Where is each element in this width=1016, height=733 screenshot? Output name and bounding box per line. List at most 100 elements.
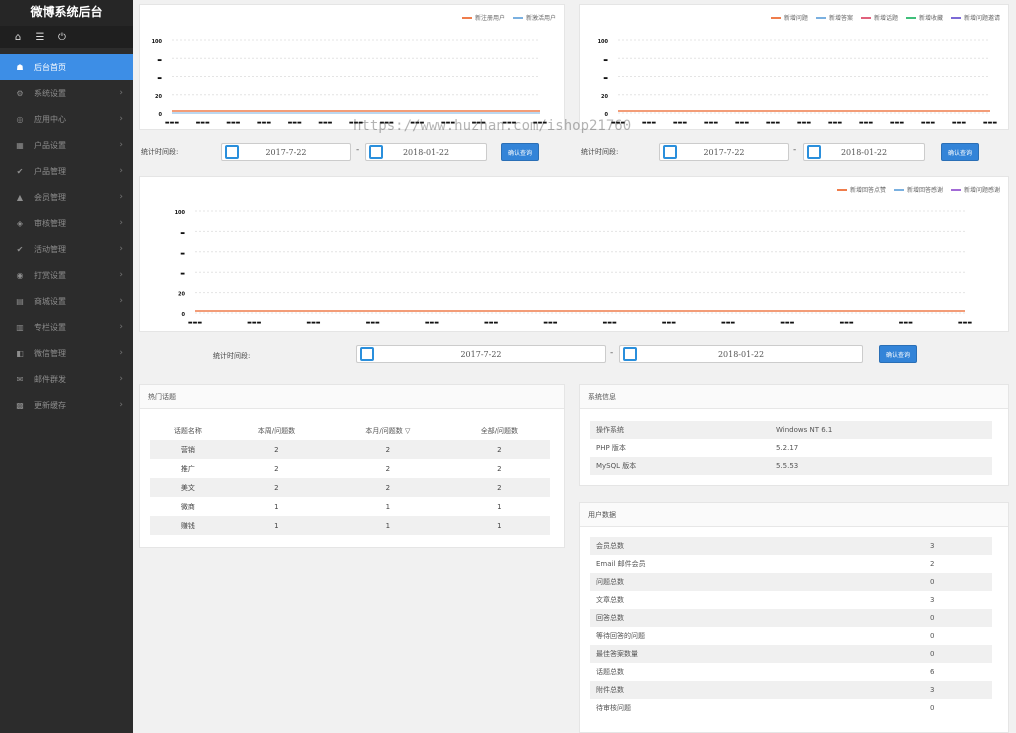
legend-item[interactable]: 新增回答点赞 <box>836 185 886 194</box>
x-tick-label: ▬▬▬ <box>828 120 842 126</box>
sidebar-item-11[interactable]: ◧ 微信管理 › <box>0 340 133 366</box>
table-cell: 1 <box>225 516 327 535</box>
column-header: 话题名称 <box>173 426 202 435</box>
table-cell[interactable]: 推广 <box>150 459 226 478</box>
chevron-right-icon: › <box>119 218 123 228</box>
calendar-icon[interactable] <box>623 347 637 361</box>
legend-item[interactable]: 新增收藏 <box>905 13 943 22</box>
row-label: 最佳答案数量 <box>590 645 924 663</box>
menu-item-icon: ◎ <box>16 114 24 124</box>
sidebar-item-12[interactable]: ✉ 邮件群发 › <box>0 366 133 392</box>
legend-item[interactable]: 新增问题感谢 <box>950 185 1000 194</box>
y-tick-label: 100 <box>175 210 186 216</box>
end-date-input[interactable]: 2018-01-22 <box>803 143 925 161</box>
x-tick-label: ▬▬▬ <box>780 320 794 326</box>
table-row: 待审核问题 0 <box>590 699 992 717</box>
table-row: 推广 2 2 2 <box>150 459 550 478</box>
start-date-input[interactable]: 2017-7-22 <box>356 345 606 363</box>
power-icon[interactable]: ⏻ <box>56 32 68 43</box>
chevron-right-icon: › <box>119 400 123 410</box>
sidebar-item-label: 打赏设置 <box>34 270 66 280</box>
sidebar-item-3[interactable]: ▦ 户品设置 › <box>0 132 133 158</box>
legend-swatch <box>905 16 916 19</box>
legend-item[interactable]: 新注册用户 <box>461 13 505 22</box>
x-tick-label: ▬▬▬ <box>704 120 718 126</box>
legend-item[interactable]: 新增回答感谢 <box>893 185 943 194</box>
legend-item[interactable]: 新增问题 <box>770 13 808 22</box>
sidebar-item-7[interactable]: ✔ 活动管理 › <box>0 236 133 262</box>
home-icon[interactable]: ⌂ <box>12 32 24 43</box>
sidebar-item-label: 应用中心 <box>34 114 66 124</box>
sidebar-item-label: 专栏设置 <box>34 322 66 332</box>
menu-item-icon: ▦ <box>16 140 24 150</box>
sidebar-item-label: 活动管理 <box>34 244 66 254</box>
user-data-table: 会员总数 3 Email 邮件会员 2 问题总数 0 文章总数 3 回答总数 0 等待回答的问题 0 最… <box>590 537 992 717</box>
sidebar-item-5[interactable]: ▲ 会员管理 › <box>0 184 133 210</box>
x-tick-label: ▬▬▬ <box>735 120 749 126</box>
sidebar-item-0[interactable]: ☗ 后台首页 <box>0 54 133 80</box>
start-date-input[interactable]: 2017-7-22 <box>659 143 789 161</box>
calendar-icon[interactable] <box>807 145 821 159</box>
x-tick-label: ▬▬▬ <box>196 120 210 126</box>
end-date-input[interactable]: 2018-01-22 <box>619 345 863 363</box>
chevron-right-icon: › <box>119 114 123 124</box>
sidebar-item-2[interactable]: ◎ 应用中心 › <box>0 106 133 132</box>
table-row: 回答总数 0 <box>590 609 992 627</box>
calendar-icon[interactable] <box>369 145 383 159</box>
query-button[interactable]: 确认查询 <box>879 345 917 363</box>
legend-item[interactable]: 新激活用户 <box>512 13 556 22</box>
table-row: 会员总数 3 <box>590 537 992 555</box>
table-cell: 2 <box>327 440 449 459</box>
table-cell: 1 <box>274 502 279 511</box>
row-value: 2 <box>930 560 935 568</box>
list-icon[interactable]: ☰ <box>34 32 46 43</box>
table-cell[interactable]: 营销 <box>150 440 226 459</box>
sidebar-item-1[interactable]: ⚙ 系统设置 › <box>0 80 133 106</box>
table-row: MySQL 版本 5.5.53 <box>590 457 992 475</box>
table-cell: 1 <box>497 502 502 511</box>
chart-canvas: 100▬▬200▬▬▬ ▬▬▬ ▬▬▬ ▬▬▬ ▬▬▬ ▬▬▬ ▬▬▬ ▬▬▬ ▬▬▬ ▬▬▬ ▬▬… <box>598 39 998 126</box>
column-header[interactable]: 本月/问题数 ▽ <box>327 421 449 440</box>
row-label: 附件总数 <box>590 681 924 699</box>
legend-label: 新增问题 <box>783 15 808 22</box>
sidebar-item-10[interactable]: ▥ 专栏设置 › <box>0 314 133 340</box>
calendar-icon[interactable] <box>360 347 374 361</box>
sidebar-item-9[interactable]: ▤ 商城设置 › <box>0 288 133 314</box>
legend-label: 新增答案 <box>828 15 853 22</box>
row-label: 回答总数 <box>590 609 924 627</box>
sidebar-item-13[interactable]: ▩ 更新缓存 › <box>0 392 133 418</box>
legend-item[interactable]: 新增问题邀请 <box>950 13 1000 22</box>
x-tick-label: ▬▬▬ <box>721 320 735 326</box>
x-tick-label: ▬▬▬ <box>899 320 913 326</box>
table-cell[interactable]: 微商 <box>150 497 226 516</box>
x-tick-label: ▬▬▬ <box>226 120 240 126</box>
sidebar-item-4[interactable]: ✔ 户品管理 › <box>0 158 133 184</box>
chart-canvas: 100▬▬200▬▬▬ ▬▬▬ ▬▬▬ ▬▬▬ ▬▬▬ ▬▬▬ ▬▬▬ ▬▬▬ ▬▬▬ ▬▬▬ ▬▬… <box>152 39 548 126</box>
legend-item[interactable]: 新增话题 <box>860 13 898 22</box>
legend-swatch <box>815 16 826 19</box>
legend-swatch <box>512 16 523 19</box>
table-row: 等待回答的问题 0 <box>590 627 992 645</box>
legend-label: 新增收藏 <box>918 15 943 22</box>
filter-label: 统计时间段: <box>581 148 619 156</box>
sidebar-item-6[interactable]: ◈ 审核管理 › <box>0 210 133 236</box>
row-value: 3 <box>930 596 935 604</box>
table-cell[interactable]: 赚钱 <box>150 516 226 535</box>
y-tick-label: ▬ <box>180 271 185 277</box>
sidebar-item-8[interactable]: ◉ 打赏设置 › <box>0 262 133 288</box>
end-date-input[interactable]: 2018-01-22 <box>365 143 487 161</box>
x-tick-label: ▬▬▬ <box>642 120 656 126</box>
table-cell: 2 <box>327 478 449 497</box>
start-date-input[interactable]: 2017-7-22 <box>221 143 351 161</box>
legend-item[interactable]: 新增答案 <box>815 13 853 22</box>
sidebar-item-label: 微信管理 <box>34 348 66 358</box>
calendar-icon[interactable] <box>663 145 677 159</box>
table-cell: 1 <box>385 502 391 511</box>
row-label: Email 邮件会员 <box>596 560 646 568</box>
table-cell[interactable]: 美文 <box>150 478 226 497</box>
calendar-icon[interactable] <box>225 145 239 159</box>
table-row: Email 邮件会员 2 <box>590 555 992 573</box>
query-button[interactable]: 确认查询 <box>941 143 979 161</box>
query-button[interactable]: 确认查询 <box>501 143 539 161</box>
table-cell: 2 <box>497 464 502 473</box>
